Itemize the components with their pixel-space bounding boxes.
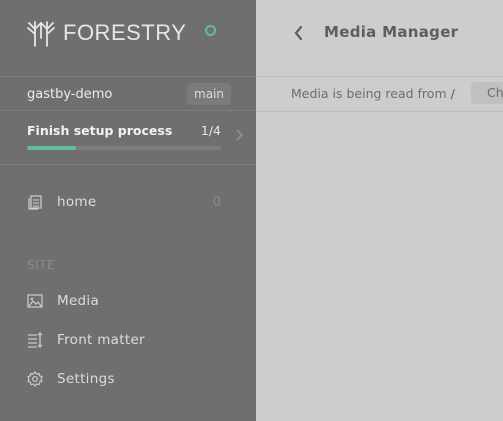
document-stack-icon	[27, 194, 43, 210]
sidebar-item-front-matter[interactable]: Front matter	[27, 330, 221, 350]
status-ring-icon[interactable]	[205, 25, 216, 36]
sidebar-item-label: home	[57, 194, 97, 210]
sidebar-item-label: Media	[57, 293, 100, 309]
sidebar-item-label: Front matter	[57, 332, 145, 348]
sidebar-item-count: 0	[212, 194, 221, 210]
setup-progress-fill	[27, 146, 76, 150]
change-source-button[interactable]: Ch	[471, 82, 503, 104]
sidebar-item-media[interactable]: Media	[27, 291, 221, 311]
media-source-label: Media is being read from	[291, 86, 447, 101]
sidebar-item-home[interactable]: home 0	[27, 192, 221, 212]
chevron-right-icon[interactable]	[235, 128, 245, 142]
brand-logo[interactable]: FORESTRY	[26, 16, 186, 50]
setup-title: Finish setup process	[27, 122, 173, 138]
header-divider	[256, 76, 503, 77]
setup-progress-bar	[27, 146, 221, 150]
gear-icon	[27, 371, 43, 387]
toolbar-divider	[256, 111, 503, 112]
page-title: Media Manager	[324, 23, 459, 41]
sidebar-item-settings[interactable]: Settings	[27, 369, 221, 389]
main-panel	[256, 0, 503, 421]
branch-badge[interactable]: main	[187, 83, 231, 105]
forestry-trees-logo-icon	[27, 21, 55, 47]
setup-count: 1/4	[200, 122, 221, 138]
site-switcher[interactable]: gastby-demo main	[27, 82, 231, 106]
sidebar-item-label: Settings	[57, 371, 115, 387]
sidebar-divider	[0, 76, 256, 77]
sidebar-divider	[0, 164, 256, 165]
setup-progress-card[interactable]: Finish setup process 1/4	[27, 122, 221, 150]
front-matter-icon	[27, 332, 43, 348]
image-icon	[27, 293, 43, 309]
sidebar-divider	[0, 110, 256, 111]
brand-name: FORESTRY	[63, 20, 187, 45]
media-source-text: Media is being read from /	[291, 86, 455, 101]
sidebar: FORESTRY gastby-demo main Finish setup p…	[0, 0, 256, 421]
site-name: gastby-demo	[27, 86, 113, 102]
chevron-left-icon[interactable]	[292, 24, 306, 42]
media-source-path: /	[450, 86, 455, 101]
section-label-site: SITE	[27, 258, 56, 272]
